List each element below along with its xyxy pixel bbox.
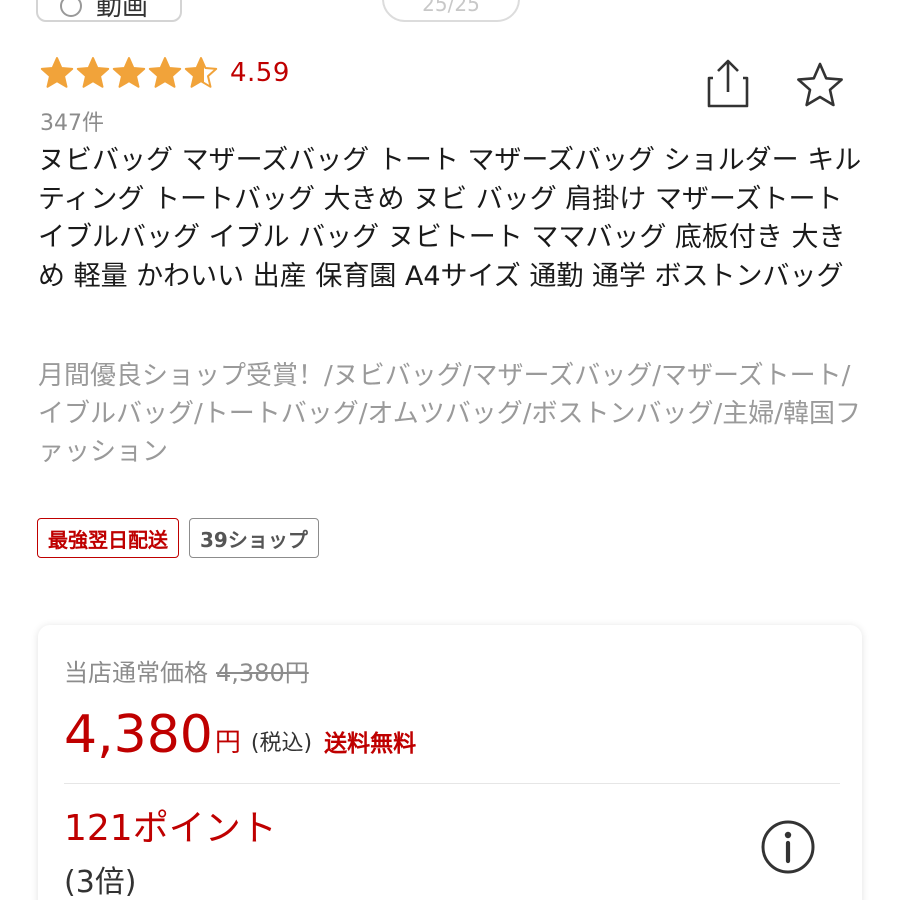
badge-list: 最強翌日配送 39ショップ: [37, 518, 319, 558]
info-circle-icon[interactable]: [760, 819, 816, 875]
divider: [64, 783, 840, 784]
video-button-label: 動画: [96, 0, 149, 22]
rating-value: 4.59: [230, 58, 290, 88]
review-count[interactable]: 347件: [40, 105, 104, 137]
points-multiplier: (3倍): [64, 865, 137, 900]
current-price: 4,380: [64, 705, 213, 765]
star-filled-icon: [148, 57, 182, 88]
share-icon[interactable]: [705, 58, 751, 110]
badge-39-shop[interactable]: 39ショップ: [189, 518, 319, 558]
star-half-icon: [184, 57, 218, 88]
points-earned: 121ポイント: [64, 808, 277, 849]
free-shipping-label: 送料無料: [324, 731, 417, 757]
product-page: 動画 25/25 4.59 347件 ヌビバッグ マザーズバッグ トート マザー…: [0, 0, 900, 900]
price-card: 当店通常価格 4,380円 4,380 円 (税込) 送料無料 121ポイント (…: [38, 625, 862, 900]
regular-price: 当店通常価格 4,380円: [64, 653, 309, 688]
regular-price-label: 当店通常価格: [64, 659, 208, 687]
star-outline-icon[interactable]: [795, 60, 845, 110]
star-filled-icon: [40, 57, 74, 88]
rating-stars: [40, 56, 218, 90]
image-counter: 25/25: [382, 0, 520, 22]
rating-summary[interactable]: 4.59: [40, 56, 290, 90]
product-title: ヌビバッグ マザーズバッグ トート マザーズバッグ ショルダー キルティング ト…: [38, 145, 862, 292]
tax-note: (税込): [250, 731, 313, 756]
play-circle-icon: [60, 0, 82, 17]
price-currency: 円: [214, 728, 241, 758]
current-price-row: 4,380 円 (税込) 送料無料: [64, 705, 416, 765]
badge-next-day-delivery[interactable]: 最強翌日配送: [37, 518, 179, 558]
star-filled-icon: [112, 57, 146, 88]
video-button[interactable]: 動画: [36, 0, 182, 22]
regular-price-value: 4,380円: [216, 659, 309, 687]
star-filled-icon: [76, 57, 110, 88]
product-catchcopy: 月間優良ショップ受賞！/ヌビバッグ/マザーズバッグ/マザーズトート/イブルバッグ…: [38, 361, 862, 467]
